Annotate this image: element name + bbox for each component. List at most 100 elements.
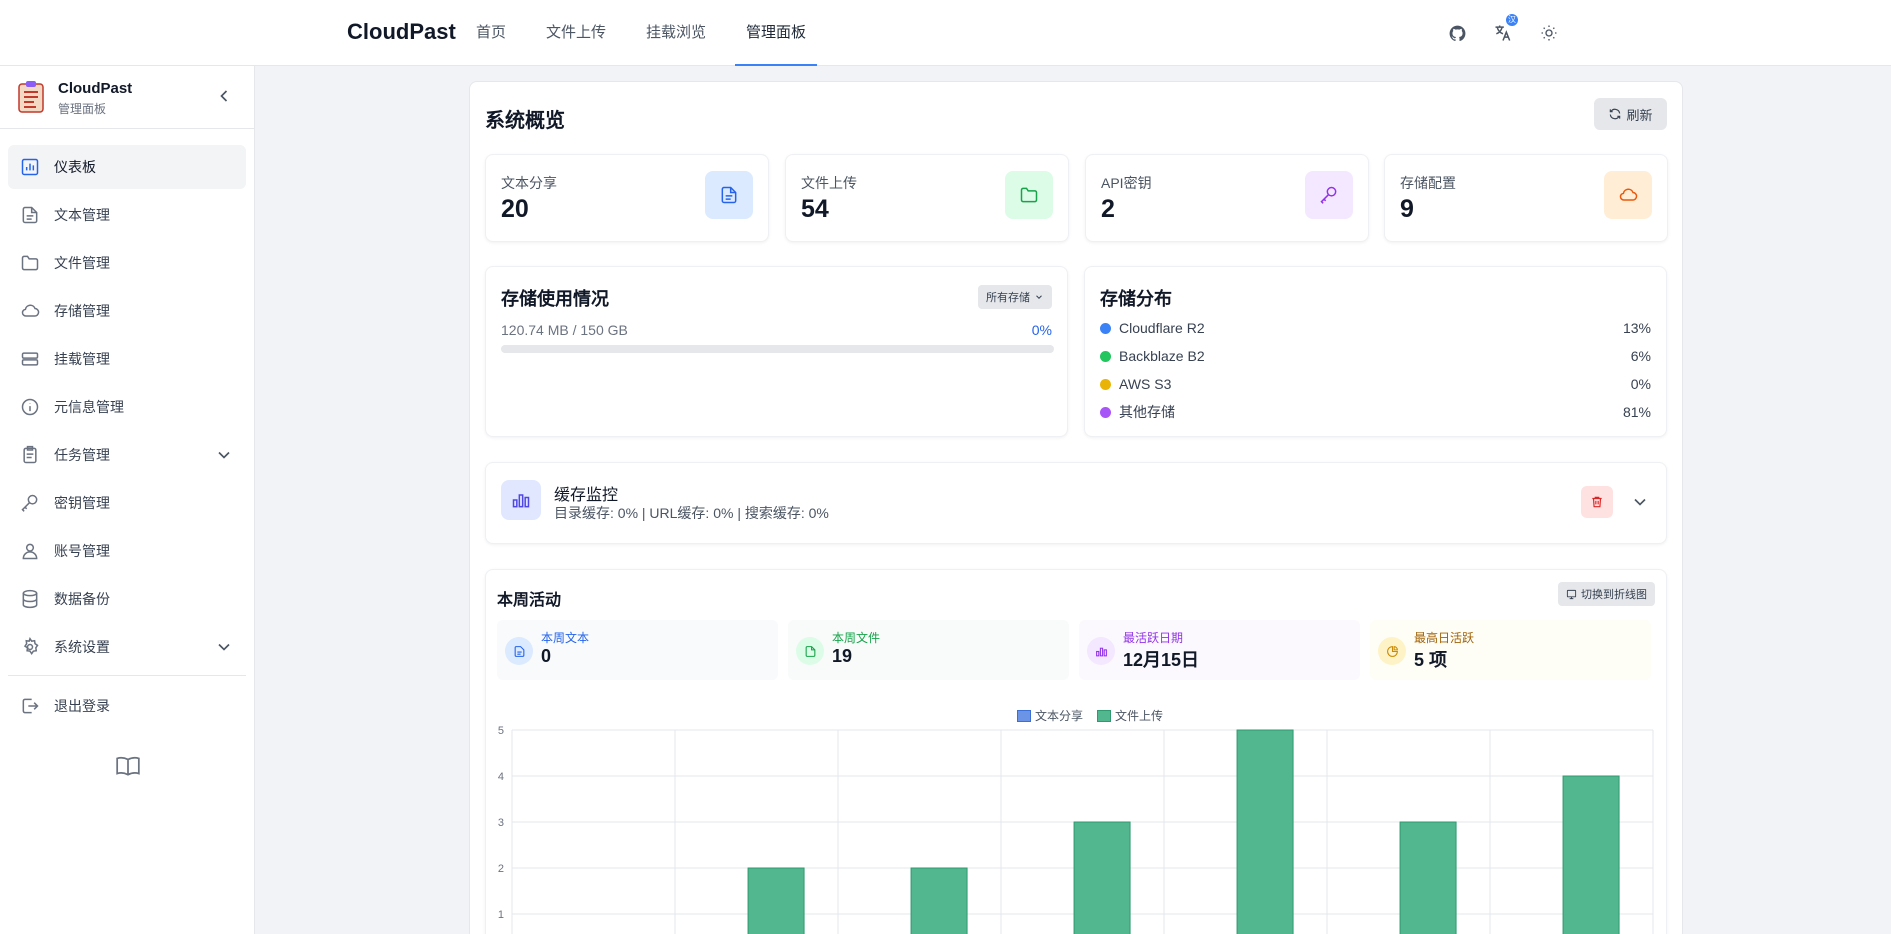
bar-file-upload bbox=[1236, 729, 1294, 934]
bar-file-upload bbox=[1562, 775, 1620, 934]
sidebar-item-label: 仪表板 bbox=[54, 159, 96, 175]
cloud-icon bbox=[21, 304, 40, 317]
stat-value: 9 bbox=[1400, 195, 1414, 223]
sidebar-item-label: 任务管理 bbox=[54, 447, 110, 463]
nav-file-upload[interactable]: 文件上传 bbox=[535, 0, 617, 66]
user-icon bbox=[22, 543, 38, 560]
cache-title: 缓存监控 bbox=[554, 487, 619, 504]
cache-stats: 目录缓存: 0% | URL缓存: 0% | 搜索缓存: 0% bbox=[554, 505, 829, 521]
bar-file-upload bbox=[910, 867, 968, 934]
sidebar-title: CloudPast bbox=[58, 80, 133, 97]
distribution-percent: 81% bbox=[1622, 404, 1651, 420]
storage-filter-value: 所有存储 bbox=[986, 292, 1030, 304]
refresh-icon bbox=[1610, 108, 1621, 120]
key-icon bbox=[21, 494, 38, 512]
y-tick-label: 1 bbox=[498, 909, 504, 921]
sidebar-item-label: 退出登录 bbox=[54, 698, 110, 714]
refresh-label: 刷新 bbox=[1626, 107, 1653, 123]
stat-card-text-share: 文本分享 20 bbox=[485, 154, 769, 242]
stat-card-storage-config: 存储配置 9 bbox=[1384, 154, 1668, 242]
stat-value: 20 bbox=[501, 195, 529, 223]
stat-label: 文本分享 bbox=[501, 175, 557, 191]
sidebar-item-label: 挂载管理 bbox=[54, 351, 110, 367]
collapse-sidebar-icon[interactable] bbox=[214, 86, 234, 106]
legend-dot bbox=[1100, 322, 1111, 334]
distribution-row: AWS S3 0% bbox=[1100, 374, 1651, 394]
language-badge: 汉 bbox=[1506, 14, 1518, 26]
nav-home[interactable]: 首页 bbox=[465, 0, 517, 66]
sidebar-subtitle: 管理面板 bbox=[58, 102, 107, 116]
top-icon-group: 汉 bbox=[1444, 14, 1562, 46]
legend-dot bbox=[1100, 350, 1111, 362]
chevron-down-icon bbox=[1036, 295, 1042, 299]
sidebar-item-file-management[interactable]: 文件管理 bbox=[8, 241, 246, 285]
sidebar-item-key-management[interactable]: 密钥管理 bbox=[8, 481, 246, 525]
stat-label: 存储配置 bbox=[1400, 175, 1456, 191]
distribution-name: Cloudflare R2 bbox=[1119, 320, 1205, 336]
sidebar-divider bbox=[8, 675, 246, 676]
storage-distribution-panel: 存储分布 Cloudflare R2 13% Backblaze B2 6% A… bbox=[1084, 266, 1667, 437]
usage-progress-bar bbox=[501, 345, 1054, 353]
sidebar-item-label: 系统设置 bbox=[54, 639, 110, 655]
folder-icon bbox=[1005, 171, 1053, 219]
logout-icon bbox=[22, 698, 39, 714]
stat-card-api-keys: API密钥 2 bbox=[1085, 154, 1369, 242]
chevron-down-icon[interactable] bbox=[214, 637, 234, 657]
drive-icon bbox=[21, 352, 39, 366]
sidebar-item-metadata-management[interactable]: 元信息管理 bbox=[8, 385, 246, 429]
github-icon[interactable] bbox=[1444, 20, 1470, 46]
cloud-icon bbox=[1604, 171, 1652, 219]
storage-usage-title: 存储使用情况 bbox=[501, 289, 609, 309]
y-tick-label: 3 bbox=[498, 817, 504, 829]
weekly-activity-chart: 1 2 3 4 5 bbox=[498, 725, 1654, 934]
stat-label: API密钥 bbox=[1101, 175, 1152, 191]
distribution-percent: 0% bbox=[1630, 376, 1651, 392]
info-icon bbox=[21, 398, 39, 416]
clear-cache-button[interactable] bbox=[1581, 486, 1613, 518]
sidebar-item-data-backup[interactable]: 数据备份 bbox=[8, 577, 246, 621]
nav-mount-browse[interactable]: 挂载浏览 bbox=[635, 0, 717, 66]
trash-icon bbox=[1592, 496, 1602, 508]
bar-chart-icon bbox=[501, 480, 541, 520]
book-icon[interactable] bbox=[115, 753, 141, 779]
clipboard-icon bbox=[23, 445, 37, 464]
clipboard-logo-icon bbox=[18, 81, 44, 113]
sidebar-item-storage-management[interactable]: 存储管理 bbox=[8, 289, 246, 333]
sidebar-item-system-settings[interactable]: 系统设置 bbox=[8, 625, 246, 669]
usage-amount: 120.74 MB / 150 GB bbox=[501, 322, 628, 338]
sidebar-item-account-management[interactable]: 账号管理 bbox=[8, 529, 246, 573]
translate-icon[interactable]: 汉 bbox=[1490, 14, 1518, 46]
key-icon bbox=[1305, 171, 1353, 219]
sidebar-item-text-management[interactable]: 文本管理 bbox=[8, 193, 246, 237]
sidebar-item-task-management[interactable]: 任务管理 bbox=[8, 433, 246, 477]
top-nav: 首页 文件上传 挂载浏览 管理面板 bbox=[465, 0, 835, 66]
storage-usage-panel: 存储使用情况 所有存储 120.74 MB / 150 GB 0% bbox=[485, 266, 1068, 437]
bar-file-upload bbox=[1399, 821, 1457, 934]
nav-admin-panel[interactable]: 管理面板 bbox=[735, 0, 818, 66]
distribution-name: Backblaze B2 bbox=[1119, 348, 1205, 364]
legend-dot bbox=[1100, 378, 1111, 390]
legend-dot bbox=[1100, 406, 1111, 418]
document-icon bbox=[22, 206, 38, 224]
storage-filter-select[interactable]: 所有存储 bbox=[978, 285, 1052, 309]
brand-logo-text[interactable]: CloudPast bbox=[347, 19, 456, 45]
chevron-down-icon[interactable] bbox=[1630, 492, 1650, 512]
dashboard-icon bbox=[21, 158, 39, 176]
stat-label: 文件上传 bbox=[801, 175, 857, 191]
refresh-button[interactable]: 刷新 bbox=[1594, 98, 1667, 130]
sidebar-item-mount-management[interactable]: 挂载管理 bbox=[8, 337, 246, 381]
sun-icon[interactable] bbox=[1536, 20, 1562, 46]
gear-icon bbox=[23, 637, 39, 656]
stat-value: 54 bbox=[801, 195, 829, 223]
chevron-down-icon[interactable] bbox=[214, 445, 234, 465]
sidebar-item-dashboard[interactable]: 仪表板 bbox=[8, 145, 246, 189]
page-title: 系统概览 bbox=[485, 110, 565, 132]
y-tick-label: 2 bbox=[498, 863, 504, 875]
usage-percent: 0% bbox=[1031, 322, 1052, 338]
database-icon bbox=[22, 589, 38, 609]
document-icon bbox=[705, 171, 753, 219]
y-tick-label: 4 bbox=[498, 771, 504, 783]
distribution-percent: 13% bbox=[1622, 320, 1651, 336]
cache-monitor-panel[interactable]: 缓存监控 目录缓存: 0% | URL缓存: 0% | 搜索缓存: 0% bbox=[485, 462, 1667, 544]
sidebar-item-logout[interactable]: 退出登录 bbox=[8, 684, 246, 728]
